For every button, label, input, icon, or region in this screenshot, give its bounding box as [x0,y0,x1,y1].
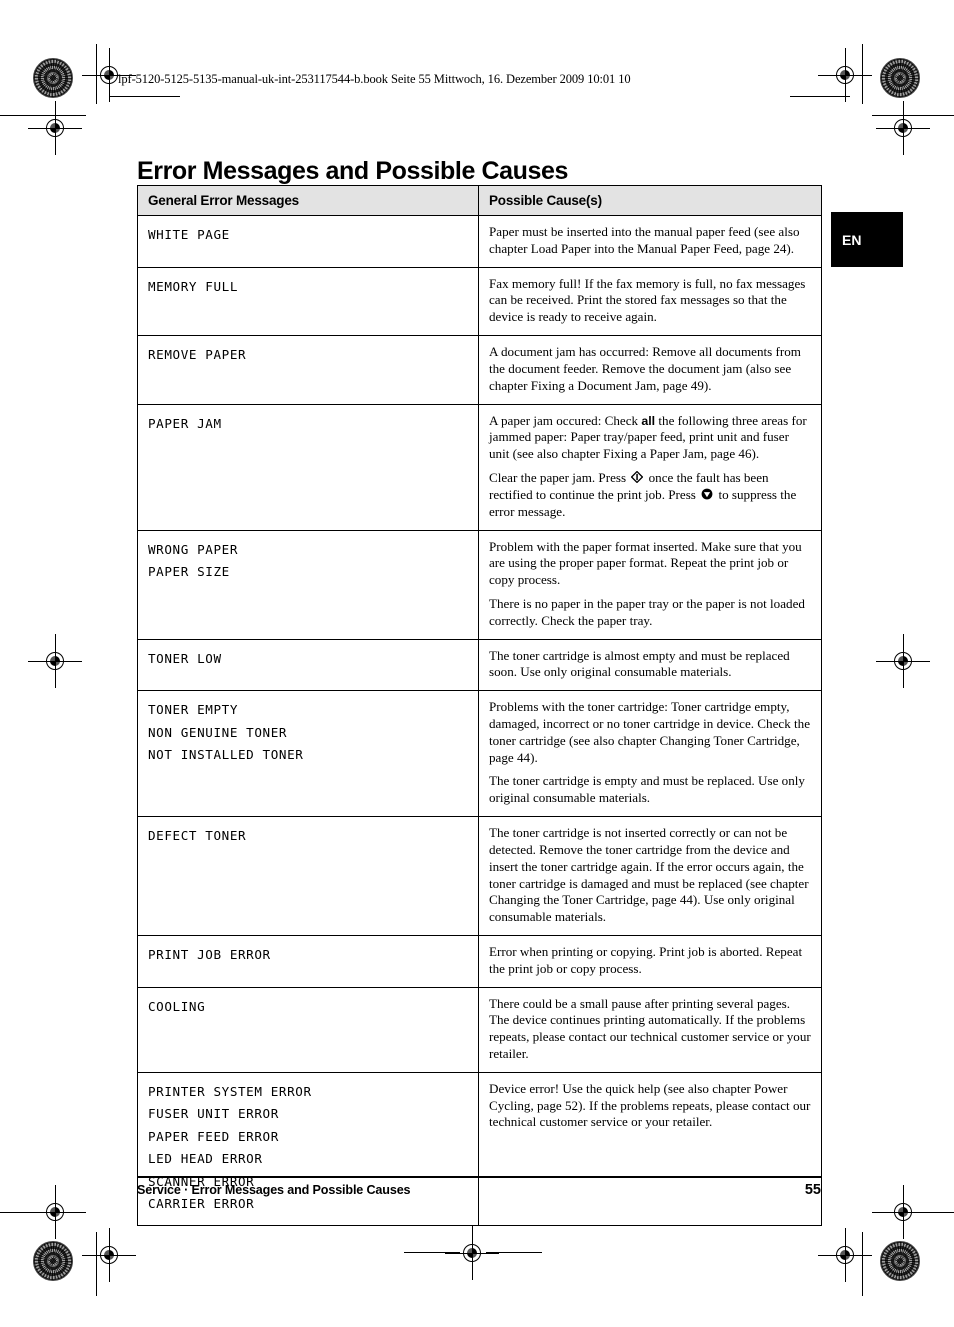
error-code-cell: DEFECT TONER [137,816,479,936]
cause-paragraph: Device error! Use the quick help (see al… [489,1080,811,1130]
table-row: WHITE PAGE Paper must be inserted into t… [137,215,822,268]
crosshair-mark-right-middle [876,634,930,688]
cause-paragraph: Error when printing or copying. Print jo… [489,943,803,976]
table-header-row: General Error Messages Possible Cause(s) [137,185,822,216]
footer-divider [137,1176,821,1178]
trim-line [110,96,180,97]
error-code: PAPER SIZE [148,564,230,580]
error-code: TONER EMPTY [148,702,239,718]
table-row: REMOVE PAPER A document jam has occurred… [137,335,822,405]
cause-text: A paper jam occured: Check [489,412,642,428]
emphasis-all: all [641,413,656,428]
cause-paragraph: Paper must be inserted into the manual p… [489,224,800,256]
cause-cell: A document jam has occurred: Remove all … [478,335,822,405]
error-code: DEFECT TONER [148,828,247,844]
cause-paragraph: Clear the paper jam. Press once the faul… [489,470,811,520]
crosshair-mark-left-upper [28,101,82,155]
cause-cell: Device error! Use the quick help (see al… [478,1071,822,1227]
page-number: 55 [804,1182,821,1198]
cause-paragraph: There is no paper in the paper tray or t… [489,595,805,628]
error-code-cell: MEMORY FULL [137,266,479,337]
rosette-mark-top-right [880,58,920,98]
crosshair-mark-bottom-center [445,1226,499,1280]
cause-paragraph: The toner cartridge is empty and must be… [489,773,805,806]
error-code: PRINTER SYSTEM ERROR [148,1083,312,1099]
error-messages-table: General Error Messages Possible Cause(s)… [137,185,822,1227]
crosshair-mark-top-right [818,48,872,102]
crosshair-mark-left-lower [28,1185,82,1239]
table-body: WHITE PAGE Paper must be inserted into t… [137,215,822,1227]
rosette-mark-bottom-right [880,1241,920,1281]
error-code: PRINT JOB ERROR [148,946,271,962]
error-code-cell: WHITE PAGE [137,215,479,268]
cause-paragraph: There could be a small pause after print… [489,995,811,1061]
cause-cell: Problems with the toner cartridge: Toner… [478,690,822,818]
error-code: LED HEAD ERROR [148,1151,263,1167]
error-code: MEMORY FULL [148,278,239,294]
cause-text: Clear the paper jam. Press [489,470,630,486]
crosshair-mark-right-upper [876,101,930,155]
crosshair-mark-bottom-right [818,1228,872,1282]
table-row: PRINT JOB ERROR Error when printing or c… [137,934,822,988]
error-code-cell: PRINTER SYSTEM ERROR FUSER UNIT ERROR PA… [137,1071,479,1227]
rosette-mark-bottom-left [33,1241,73,1281]
language-tab-en: EN [831,212,903,267]
footer-breadcrumb: Service · Error Messages and Possible Ca… [137,1183,411,1197]
error-code: FUSER UNIT ERROR [148,1106,279,1122]
error-code-cell: PRINT JOB ERROR [137,934,479,988]
error-code-cell: WRONG PAPER PAPER SIZE [137,529,479,640]
cause-cell: There could be a small pause after print… [478,986,822,1073]
cause-paragraph: Problems with the toner cartridge: Toner… [489,699,811,765]
cause-paragraph: The toner cartridge is not inserted corr… [489,825,809,925]
table-row: PAPER JAM A paper jam occured: Check all… [137,403,822,531]
trim-line [790,96,850,97]
error-code: COOLING [148,998,206,1014]
cause-cell: Problem with the paper format inserted. … [478,529,822,640]
cause-cell: The toner cartridge is not inserted corr… [478,816,822,936]
running-head: lpf-5120-5125-5135-manual-uk-int-2531175… [118,72,631,86]
error-code-cell: TONER EMPTY NON GENUINE TONER NOT INSTAL… [137,690,479,818]
error-code: NON GENUINE TONER [148,724,288,740]
error-code: PAPER JAM [148,415,222,431]
stop-key-icon [701,488,713,500]
cause-paragraph: The toner cartridge is almost empty and … [489,647,790,680]
trim-line [486,1252,542,1253]
error-code: REMOVE PAPER [148,347,247,363]
error-code-cell: COOLING [137,986,479,1073]
error-code: TONER LOW [148,650,222,666]
crosshair-mark-right-lower [876,1185,930,1239]
column-header-general-error-messages: General Error Messages [137,185,479,216]
crosshair-mark-left-middle [28,634,82,688]
table-row: DEFECT TONER The toner cartridge is not … [137,816,822,936]
column-header-possible-causes: Possible Cause(s) [478,185,822,216]
ok-key-icon [631,471,644,484]
error-code-cell: TONER LOW [137,638,479,692]
trim-line [862,1232,863,1296]
cause-cell: Fax memory full! If the fax memory is fu… [478,266,822,337]
trim-line [404,1252,460,1253]
cause-cell: Paper must be inserted into the manual p… [478,215,822,268]
error-code: NOT INSTALLED TONER [148,747,304,763]
table-row: TONER LOW The toner cartridge is almost … [137,638,822,692]
table-row: TONER EMPTY NON GENUINE TONER NOT INSTAL… [137,690,822,818]
cause-paragraph: A document jam has occurred: Remove all … [489,344,801,393]
cause-cell: The toner cartridge is almost empty and … [478,638,822,692]
error-code: WHITE PAGE [148,227,230,242]
cause-paragraph: Fax memory full! If the fax memory is fu… [489,275,806,325]
cause-paragraph: A paper jam occured: Check all the follo… [489,413,811,464]
table-row: MEMORY FULL Fax memory full! If the fax … [137,266,822,337]
cause-cell: A paper jam occured: Check all the follo… [478,403,822,531]
crosshair-mark-bottom-left [82,1228,136,1282]
error-code-cell: PAPER JAM [137,403,479,531]
page-title: Error Messages and Possible Causes [137,156,569,185]
table-row: COOLING There could be a small pause aft… [137,986,822,1073]
cause-cell: Error when printing or copying. Print jo… [478,934,822,988]
rosette-mark-top-left [33,58,73,98]
error-code: WRONG PAPER [148,541,239,557]
error-code-cell: REMOVE PAPER [137,335,479,405]
table-row: PRINTER SYSTEM ERROR FUSER UNIT ERROR PA… [137,1071,822,1227]
error-code: PAPER FEED ERROR [148,1128,279,1144]
table-row: WRONG PAPER PAPER SIZE Problem with the … [137,529,822,640]
cause-paragraph: Problem with the paper format inserted. … [489,538,802,588]
